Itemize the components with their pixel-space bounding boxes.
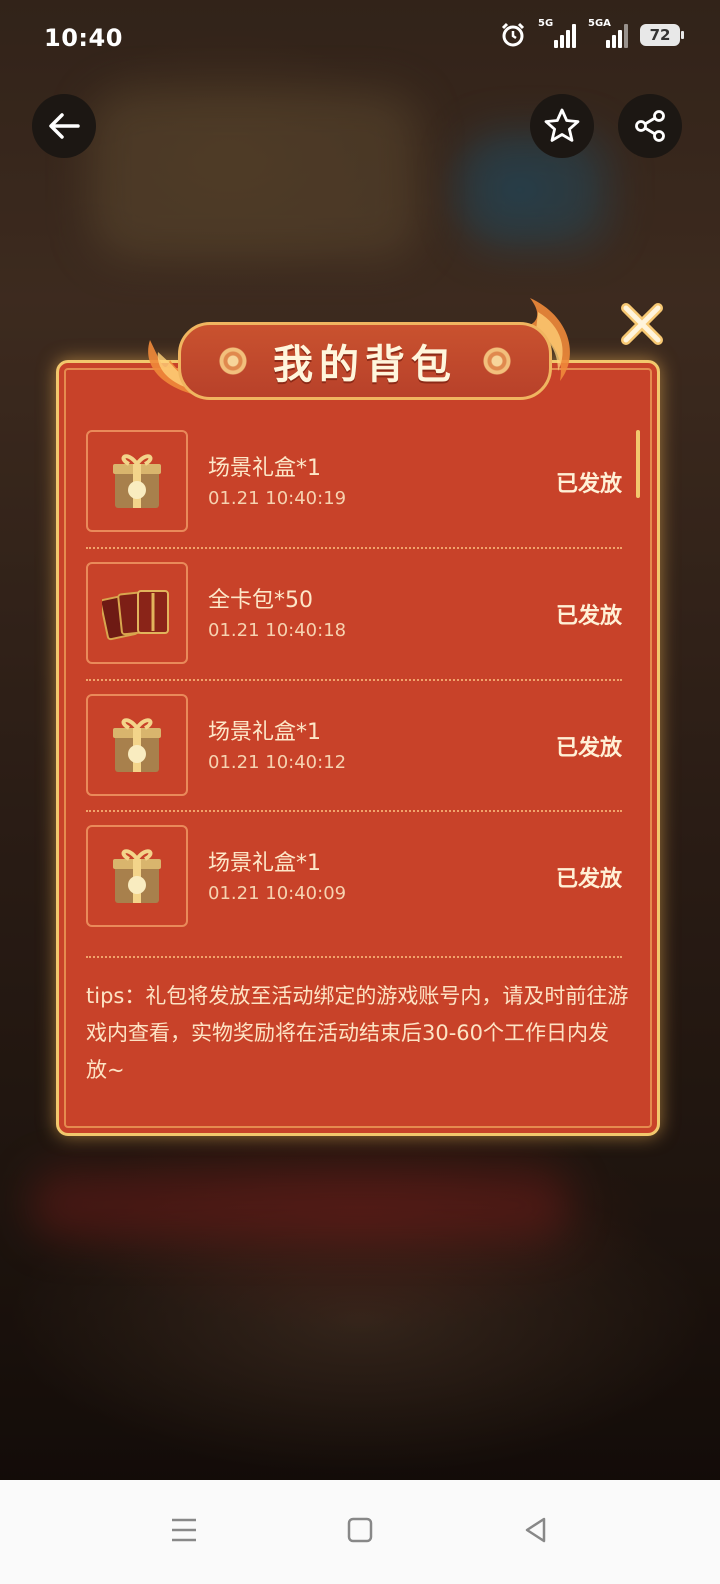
rosette-icon [219,347,247,375]
status-time: 10:40 [44,24,123,52]
share-icon [635,110,665,142]
divider [86,810,622,812]
list-item: 场景礼盒*1 01.21 10:40:19 已发放 [86,430,622,534]
signal-5g-label: 5G [538,18,554,29]
item-time: 01.21 10:40:19 [208,488,347,509]
back-button[interactable] [32,94,96,158]
list-item: 场景礼盒*1 01.21 10:40:09 已发放 [86,825,622,929]
alarm-icon [501,22,525,47]
item-name: 全卡包*50 [208,588,313,613]
close-icon [621,303,663,345]
signal-5g-icon: 5G [538,18,576,48]
card-pack-icon [102,590,169,641]
signal-5ga-icon: 5GA [588,18,628,48]
item-status: 已发放 [555,867,622,892]
modal-title: 我的背包 [273,342,457,388]
tips-text: tips：礼包将发放至活动绑定的游戏账号内，请及时前往游戏内查看，实物奖励将在活… [86,984,629,1082]
battery-level: 72 [649,26,671,44]
menu-button[interactable] [164,1510,204,1550]
item-name: 场景礼盒*1 [208,851,321,876]
triangle-back-icon [525,1517,546,1543]
nav-back-button[interactable] [516,1510,556,1550]
item-status: 已发放 [555,736,622,761]
item-status: 已发放 [555,604,622,629]
item-time: 01.21 10:40:12 [208,752,347,773]
system-nav-bar [0,1480,720,1584]
signal-5ga-label: 5GA [588,18,611,29]
star-icon [544,108,580,142]
divider [86,956,622,958]
list-item: 场景礼盒*1 01.21 10:40:12 已发放 [86,694,622,798]
item-status: 已发放 [555,472,622,497]
home-square-icon [347,1517,373,1543]
list-item: 全卡包*50 01.21 10:40:18 已发放 [86,562,622,666]
divider [86,679,622,681]
share-button[interactable] [618,94,682,158]
item-thumbnail [86,562,188,664]
favorite-button[interactable] [530,94,594,158]
arrow-left-icon [49,113,80,139]
divider [86,547,622,549]
home-button[interactable] [340,1510,380,1550]
status-bar: 10:40 5G 5GA 72 [0,0,720,78]
status-icons: 5G 5GA 72 [500,18,684,48]
item-thumbnail [86,430,188,532]
item-thumbnail [86,825,188,927]
item-time: 01.21 10:40:18 [208,620,347,641]
item-time: 01.21 10:40:09 [208,883,347,904]
gift-box-icon [113,718,161,772]
item-name: 场景礼盒*1 [208,456,321,481]
close-button[interactable] [618,300,666,348]
scrollbar[interactable] [636,430,640,498]
item-name: 场景礼盒*1 [208,720,321,745]
battery-icon: 72 [640,24,684,46]
gift-box-icon [113,454,161,508]
menu-icon [172,1518,196,1542]
modal-title-plate: 我的背包 [178,322,552,400]
gift-box-icon [113,849,161,903]
rosette-icon [483,347,511,375]
item-thumbnail [86,694,188,796]
